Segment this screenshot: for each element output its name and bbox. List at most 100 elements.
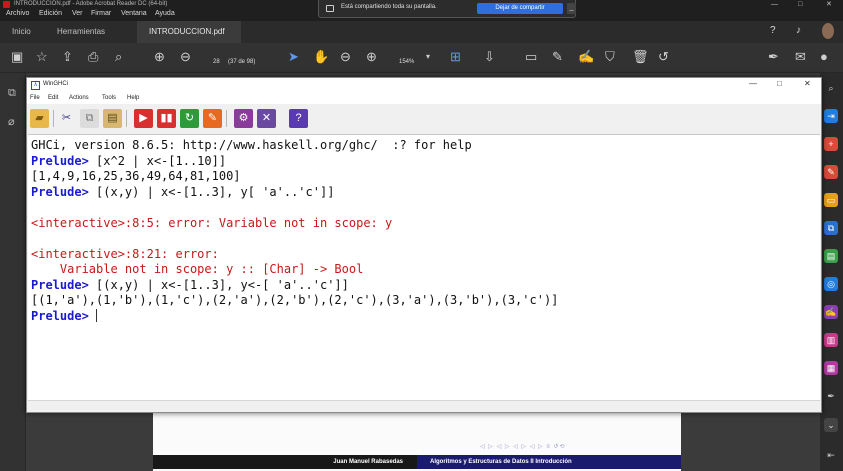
email-icon[interactable]: ✉ [795,49,806,65]
tools-icon[interactable]: ✕ [257,109,276,128]
tab-herramientas[interactable]: Herramientas [45,21,117,43]
page-number-field[interactable]: 28 [213,54,220,70]
options-gear-icon[interactable]: ⚙ [234,109,253,128]
stop-icon[interactable]: ▮▮ [157,109,176,128]
tab-inicio[interactable]: Inicio [0,21,43,43]
run-icon[interactable]: ▶ [134,109,153,128]
winghci-menu-bar: File Edit Actions Tools Help [27,93,821,104]
scroll-mode-icon[interactable]: ⇩ [484,49,495,65]
select-cursor-icon[interactable]: ➤ [288,49,299,65]
reload-icon[interactable]: ↻ [180,109,199,128]
share-banner-minimize-button[interactable]: _ [567,3,576,14]
more-tools-icon[interactable]: ▦ [824,361,838,375]
comment-tool-icon[interactable]: ▭ [824,193,838,207]
zoom-level-select[interactable]: 154% [399,54,414,70]
help-icon[interactable]: ? [770,25,776,36]
menu-ayuda[interactable]: Ayuda [155,10,175,17]
menu-file[interactable]: File [30,95,40,101]
console-line: Prelude> [(x,y) | x<-[1..3], y<-[ 'a'..'… [31,278,820,294]
upload-icon[interactable]: ⇪ [62,49,73,65]
edit-pdf-icon[interactable]: ✎ [824,165,838,179]
menu-actions[interactable]: Actions [69,95,89,101]
winghci-toolbar: ▰ ✂ ⧉ ▤ ▶ ▮▮ ↻ ✎ ⚙ ✕ ? [27,105,821,133]
stamp-icon[interactable]: ⛉ [605,49,615,65]
organize-pages-icon[interactable]: ▤ [824,249,838,263]
menu-help[interactable]: Help [127,95,139,101]
pdf-slide-footer: Juan Manuel Rabasedas Algoritmos y Estru… [153,455,681,469]
fit-page-icon[interactable]: ⊞ [450,49,461,65]
acrobat-tab-bar: Inicio Herramientas INTRODUCCION.pdf × ?… [0,21,843,58]
collapse-chevron-icon[interactable]: ⌄ [824,418,838,432]
search-icon[interactable]: ⌕ [115,49,122,65]
next-page-icon[interactable]: ⊖ [180,49,191,65]
zoom-in-icon[interactable]: ⊕ [366,49,377,65]
edit-icon[interactable]: ✎ [203,109,222,128]
print-icon[interactable]: ⎙ [88,49,98,65]
console-line: Prelude> [(x,y) | x<-[1..3], y[ 'a'..'c'… [31,185,820,201]
signature-tool-icon[interactable]: ✒ [824,389,838,403]
help-question-icon[interactable]: ? [289,109,308,128]
pages-panel-icon[interactable]: ⧉ [8,87,16,100]
notifications-bell-icon[interactable]: ♪ [796,25,801,36]
console-error-line: Variable not in scope: y :: [Char] -> Bo… [31,262,364,276]
fill-sign-icon[interactable]: ✍ [824,305,838,319]
stop-sharing-button[interactable]: Dejar de compartir [477,3,563,14]
save-icon[interactable]: ▣ [11,49,23,65]
scan-icon[interactable]: ◎ [824,277,838,291]
acrobat-maximize-button[interactable]: □ [798,0,802,9]
account-icon[interactable]: ● [820,49,828,65]
user-avatar[interactable] [822,23,834,39]
combine-files-icon[interactable]: ⧉ [824,221,838,235]
paste-icon[interactable]: ▤ [103,109,122,128]
draw-icon[interactable]: ✍ [578,49,594,65]
hand-tool-icon[interactable]: ✋ [313,49,329,65]
protect-icon[interactable]: ▥ [824,333,838,347]
toolbar-separator [53,110,54,127]
menu-edit[interactable]: Edit [48,95,58,101]
expand-panel-icon[interactable]: ⇤ [824,448,838,462]
cut-icon[interactable]: ✂ [57,109,76,128]
console-line: Prelude> [31,308,820,325]
copy-icon[interactable]: ⧉ [80,109,99,128]
prev-page-icon[interactable]: ⊕ [154,49,165,65]
winghci-title-bar: λ WinGHCi — □ ✕ [27,78,821,93]
comment-icon[interactable]: ▭ [525,49,537,65]
ghci-console[interactable]: GHCi, version 8.6.5: http://www.haskell.… [28,134,820,400]
tab-document[interactable]: INTRODUCCION.pdf × [137,21,241,58]
console-horizontal-scrollbar[interactable] [28,400,820,412]
console-error-line: <interactive>:8:21: error: [31,246,219,261]
create-pdf-icon[interactable]: + [824,137,838,151]
beamer-navigation-icons[interactable]: ◁ ▷ ◁ ▷ ◁ ▷ ◁ ▷ ≡ ↺⟲ [480,443,565,450]
acrobat-minimize-button[interactable]: — [771,0,778,9]
menu-ventana[interactable]: Ventana [121,10,147,17]
acrobat-close-button[interactable]: ✕ [826,0,832,9]
console-line: Prelude> [x^2 | x<-[1..10]] [31,154,820,170]
winghci-title: WinGHCi [43,81,68,87]
attachment-icon[interactable]: ⌀ [8,115,15,128]
winghci-minimize-button[interactable]: — [749,79,757,88]
bookmark-star-icon[interactable]: ☆ [36,49,48,65]
undo-icon[interactable]: ↺ [658,49,669,65]
menu-firmar[interactable]: Firmar [91,10,111,17]
lambda-icon: λ [31,81,40,90]
acrobat-window-title: INTRODUCCION.pdf - Adobe Acrobat Reader … [14,1,168,7]
text-cursor [96,308,98,322]
winghci-close-button[interactable]: ✕ [804,79,811,88]
delete-icon[interactable]: 🗑 [632,49,649,65]
zoom-out-icon[interactable]: ⊖ [340,49,351,65]
winghci-maximize-button[interactable]: □ [777,79,782,88]
winghci-window: λ WinGHCi — □ ✕ File Edit Actions Tools … [26,77,822,413]
prelude-prompt: Prelude> [31,308,89,323]
menu-archivo[interactable]: Archivo [6,10,29,17]
screen-share-banner: Está compartiendo toda su pantalla. Deja… [318,0,576,18]
menu-edicion[interactable]: Edición [39,10,62,17]
zoom-tool-icon[interactable]: ⌕ [824,81,838,95]
menu-ver[interactable]: Ver [72,10,83,17]
open-folder-icon[interactable]: ▰ [30,109,49,128]
chevron-down-icon[interactable]: ▾ [426,49,430,65]
menu-tools[interactable]: Tools [102,95,116,101]
export-pdf-icon[interactable]: ⇥ [824,109,838,123]
highlight-pen-icon[interactable]: ✎ [552,49,563,65]
sign-icon[interactable]: ✒ [768,49,779,65]
